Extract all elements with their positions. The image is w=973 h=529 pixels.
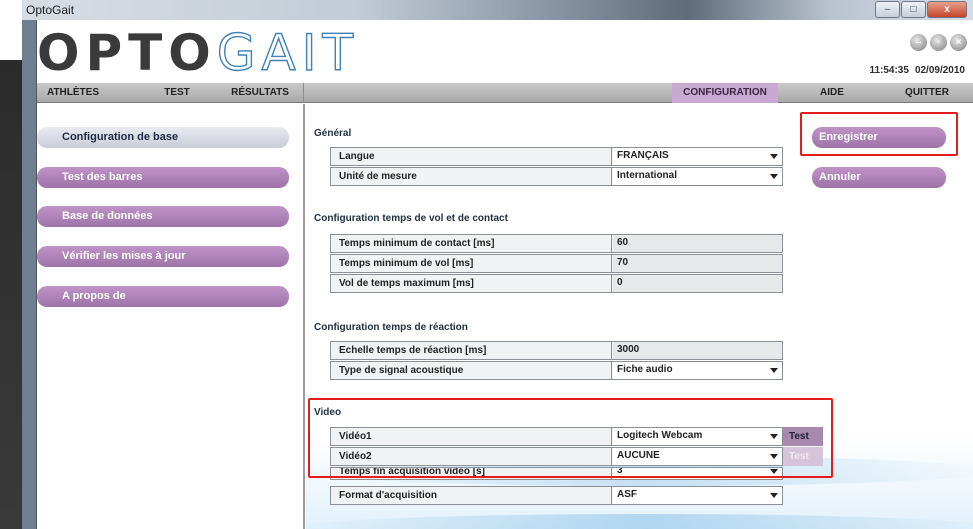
section-title-reaction: Configuration temps de réaction: [314, 322, 468, 333]
select-value: FRANÇAIS: [617, 150, 669, 161]
nav-separator: [303, 83, 304, 103]
format-select[interactable]: ASF: [613, 487, 782, 504]
window-controls: – □ x: [875, 1, 967, 18]
decorative-swoosh: [306, 514, 973, 529]
annuler-button[interactable]: Annuler: [812, 167, 946, 188]
highlight-box-video: [308, 398, 833, 478]
setting-label: Echelle temps de réaction [ms]: [331, 342, 612, 359]
setting-row-min-vol: Temps minimum de vol [ms] 70: [330, 254, 783, 273]
setting-row-min-contact: Temps minimum de contact [ms] 60: [330, 234, 783, 253]
window-minimize-button[interactable]: –: [875, 1, 900, 18]
select-value: ASF: [617, 489, 637, 500]
chevron-down-icon[interactable]: [770, 154, 778, 159]
minimize-round-icon[interactable]: –: [910, 34, 927, 51]
setting-label: Type de signal acoustique: [331, 362, 612, 379]
setting-label: Unité de mesure: [331, 168, 612, 185]
setting-label: Temps minimum de vol [ms]: [331, 255, 612, 272]
setting-label: Temps minimum de contact [ms]: [331, 235, 612, 252]
window-close-button[interactable]: x: [927, 1, 967, 18]
nav-athletes[interactable]: ATHLÈTES: [37, 83, 109, 103]
main-nav: ATHLÈTES TEST RÉSULTATS CONFIGURATION AI…: [37, 83, 973, 103]
select-value: International: [617, 170, 678, 181]
clock-date: 02/09/2010: [914, 65, 965, 76]
logo-opto-text: OPTO: [37, 24, 217, 82]
echelle-input[interactable]: 3000: [613, 342, 782, 359]
sidebar-item-test-des-barres[interactable]: Test des barres: [37, 167, 289, 188]
nav-configuration[interactable]: CONFIGURATION: [672, 83, 778, 103]
min-vol-input[interactable]: 70: [613, 255, 782, 272]
header-icons: – ▫ ×: [910, 34, 967, 51]
unite-select[interactable]: International: [613, 168, 782, 185]
sidebar-item-configuration-de-base[interactable]: Configuration de base: [37, 127, 289, 148]
chevron-down-icon[interactable]: [770, 493, 778, 498]
setting-label: Format d'acquisition: [331, 487, 612, 504]
chevron-down-icon[interactable]: [770, 368, 778, 373]
section-title-general: Général: [314, 128, 352, 139]
config-panel: Général Langue FRANÇAIS Unité de mesure …: [306, 104, 973, 529]
close-round-icon[interactable]: ×: [950, 34, 967, 51]
sidebar-item-a-propos[interactable]: A propos de: [37, 286, 289, 307]
section-title-flight: Configuration temps de vol et de contact: [314, 213, 508, 224]
nav-test[interactable]: TEST: [152, 83, 202, 103]
sidebar: Configuration de base Test des barres Ba…: [37, 104, 305, 529]
sidebar-item-verifier-mises-a-jour[interactable]: Vérifier les mises à jour: [37, 246, 289, 267]
setting-row-echelle: Echelle temps de réaction [ms] 3000: [330, 341, 783, 360]
desktop-edge: [0, 0, 22, 529]
window-maximize-button[interactable]: □: [901, 1, 926, 18]
app-window: OPTO GAIT – ▫ × 11:54:35 02/09/2010 ATHLÈ…: [36, 20, 973, 529]
nav-aide[interactable]: AIDE: [807, 83, 857, 103]
chevron-down-icon[interactable]: [770, 174, 778, 179]
restore-round-icon[interactable]: ▫: [930, 34, 947, 51]
setting-row-unite: Unité de mesure International: [330, 167, 783, 186]
setting-row-signal: Type de signal acoustique Fiche audio: [330, 361, 783, 380]
nav-resultats[interactable]: RÉSULTATS: [224, 83, 296, 103]
setting-label: Vol de temps maximum [ms]: [331, 275, 612, 292]
logo-gait-text: GAIT: [216, 24, 360, 82]
setting-row-langue: Langue FRANÇAIS: [330, 147, 783, 166]
nav-quitter[interactable]: QUITTER: [887, 83, 967, 103]
max-vol-input[interactable]: 0: [613, 275, 782, 292]
window-title: OptoGait: [26, 3, 75, 17]
optogait-logo: OPTO GAIT: [37, 24, 360, 82]
signal-select[interactable]: Fiche audio: [613, 362, 782, 379]
select-value: Fiche audio: [617, 364, 673, 375]
setting-label: Langue: [331, 148, 612, 165]
setting-row-format: Format d'acquisition ASF: [330, 486, 783, 505]
clock: 11:54:35 02/09/2010: [869, 65, 965, 76]
sidebar-item-base-de-donnees[interactable]: Base de données: [37, 206, 289, 227]
setting-row-max-vol: Vol de temps maximum [ms] 0: [330, 274, 783, 293]
min-contact-input[interactable]: 60: [613, 235, 782, 252]
highlight-box-save: [800, 112, 958, 156]
langue-select[interactable]: FRANÇAIS: [613, 148, 782, 165]
clock-time: 11:54:35: [869, 65, 909, 76]
window-titlebar[interactable]: OptoGait – □ x: [22, 0, 973, 20]
